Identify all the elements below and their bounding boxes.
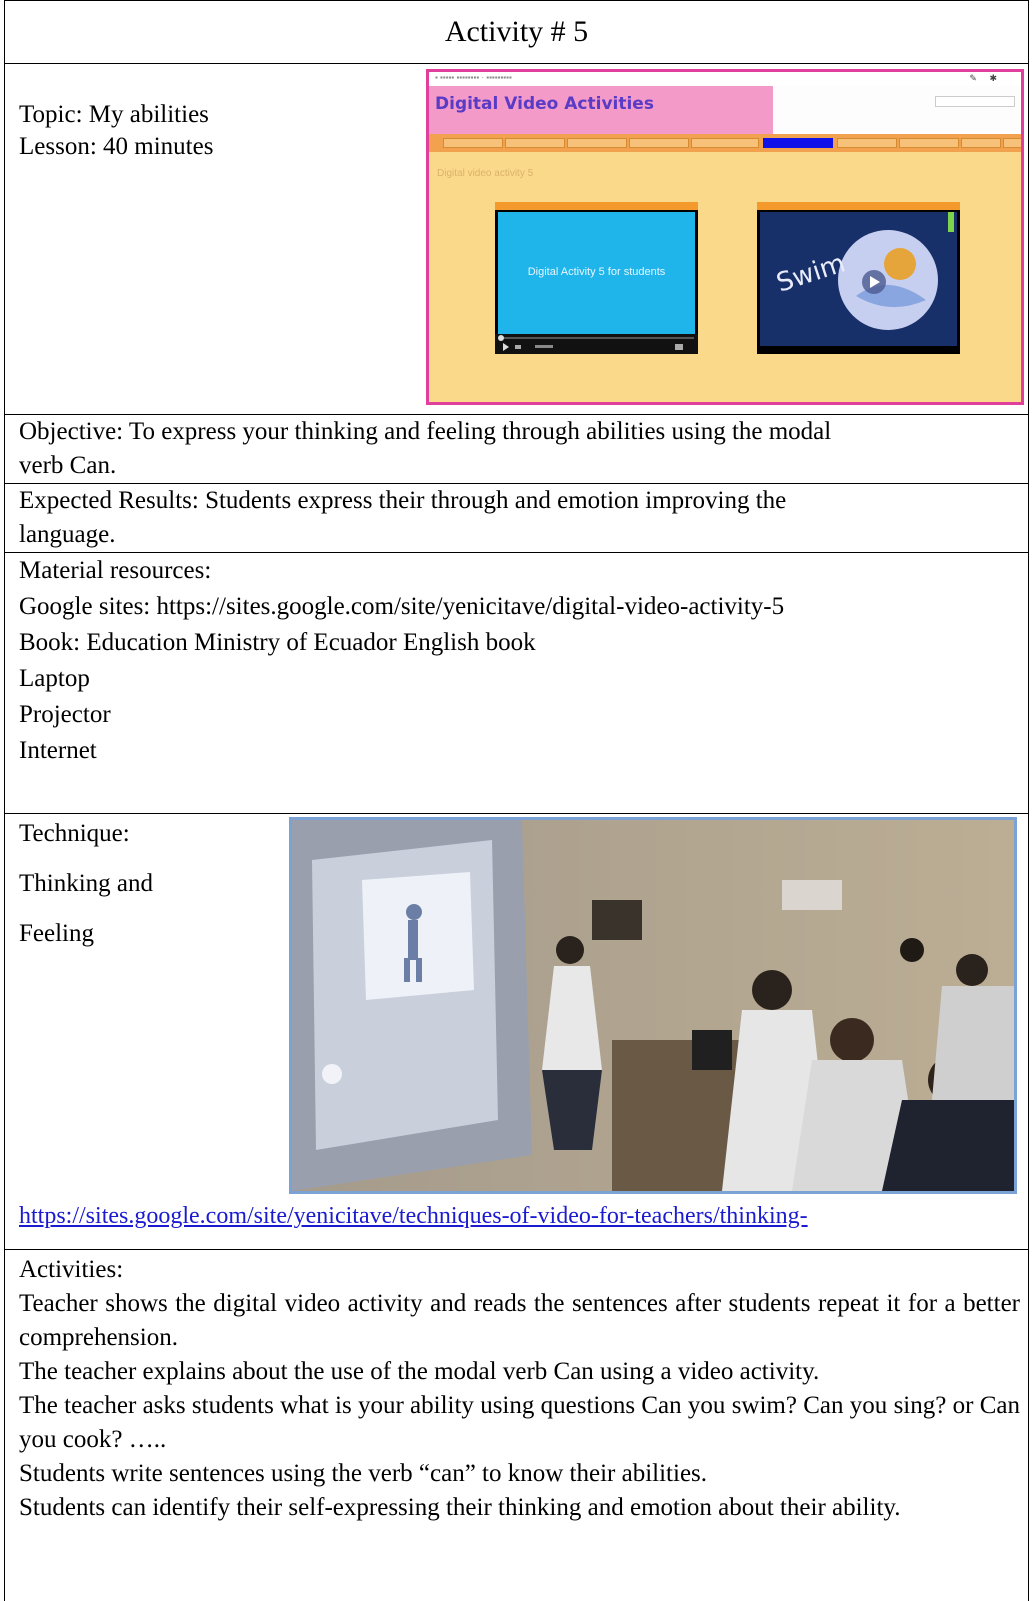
title-row: Activity # 5	[4, 0, 1029, 63]
activities-row: Activities: Teacher shows the digital vi…	[4, 1249, 1029, 1601]
site-header-title: Digital Video Activities	[435, 94, 654, 114]
site-navbar	[429, 134, 1021, 152]
swim-word: Swim	[773, 248, 849, 298]
activity-paragraph: The teacher asks students what is your a…	[19, 1392, 1020, 1453]
activities-label: Activities:	[19, 1256, 124, 1283]
website-screenshot: ▪ ▪▪▪▪▪ ▪▪▪▪▪▪▪▪ · ▪▪▪▪▪▪▪▪▪ ✎ ✱ Digital…	[426, 69, 1024, 405]
nav-tab	[691, 138, 759, 148]
activity-paragraph: Students can identify their self-express…	[19, 1494, 901, 1521]
site-search-box	[935, 96, 1015, 107]
activity-paragraph: Teacher shows the digital video activity…	[19, 1290, 1020, 1351]
video-title-bar	[757, 202, 960, 210]
expected-results-line-2: language.	[19, 521, 116, 548]
activity-paragraph: The teacher explains about the use of th…	[19, 1358, 820, 1385]
video-player-1: Digital Activity 5 for students	[495, 202, 698, 354]
technique-label: Technique:	[19, 820, 130, 847]
technique-link[interactable]: https://sites.google.com/site/yenicitave…	[19, 1203, 808, 1229]
nav-tab	[1003, 138, 1021, 148]
nav-tab	[837, 138, 897, 148]
toolbar-icons: ✎ ✱	[969, 73, 997, 83]
expected-results-line-1: Expected Results: Students express their…	[19, 487, 787, 514]
nav-tab	[629, 138, 689, 148]
video-screen: Digital Activity 5 for students	[498, 212, 695, 334]
classroom-photo	[289, 817, 1017, 1194]
material-item: Book: Education Ministry of Ecuador Engl…	[19, 629, 536, 656]
materials-label: Material resources:	[19, 557, 212, 584]
browser-bar: ▪ ▪▪▪▪▪ ▪▪▪▪▪▪▪▪ · ▪▪▪▪▪▪▪▪▪ ✎ ✱	[429, 72, 1021, 86]
objective-line-2: verb Can.	[19, 452, 117, 479]
objective-row: Objective: To express your thinking and …	[4, 414, 1029, 483]
video-controls	[495, 334, 698, 354]
video-controls-icons	[498, 335, 694, 351]
nav-tab	[961, 138, 1001, 148]
site-banner-right	[773, 86, 1021, 134]
material-item: Google sites: https://sites.google.com/s…	[19, 593, 785, 620]
activity-title: Activity # 5	[444, 15, 589, 48]
video-1-caption: Digital Activity 5 for students	[527, 266, 666, 278]
nav-tab-active	[763, 138, 833, 148]
swim-illustration: Swim	[773, 230, 938, 330]
technique-row: Technique: Thinking and Feeling https://…	[4, 813, 1029, 1249]
topic-text: Topic: My abilities	[19, 101, 209, 128]
activity-table: Activity # 5 Topic: My abilities Lesson:…	[4, 0, 1029, 1601]
materials-row: Material resources: Google sites: https:…	[4, 552, 1029, 813]
video-screen: Swim	[760, 212, 957, 346]
technique-line-2: Feeling	[19, 920, 94, 947]
topic-row: Topic: My abilities Lesson: 40 minutes ▪…	[4, 63, 1029, 414]
green-marker	[948, 212, 954, 232]
expected-results-row: Expected Results: Students express their…	[4, 483, 1029, 552]
material-item: Laptop	[19, 665, 90, 692]
classroom-photo-svg	[292, 820, 1014, 1191]
nav-tab	[899, 138, 959, 148]
material-item: Projector	[19, 701, 111, 728]
objective-line-1: Objective: To express your thinking and …	[19, 418, 832, 445]
nav-tab	[505, 138, 565, 148]
nav-tab	[567, 138, 627, 148]
video-title-bar	[495, 202, 698, 210]
technique-line-1: Thinking and	[19, 870, 154, 897]
nav-tab	[443, 138, 503, 148]
activity-paragraph: Students write sentences using the verb …	[19, 1460, 708, 1487]
breadcrumb: ▪ ▪▪▪▪▪ ▪▪▪▪▪▪▪▪ · ▪▪▪▪▪▪▪▪▪	[435, 73, 512, 82]
lesson-text: Lesson: 40 minutes	[19, 133, 214, 160]
video-player-2: Swim	[757, 202, 960, 354]
site-page-heading: Digital video activity 5	[437, 168, 534, 179]
material-item: Internet	[19, 737, 97, 764]
